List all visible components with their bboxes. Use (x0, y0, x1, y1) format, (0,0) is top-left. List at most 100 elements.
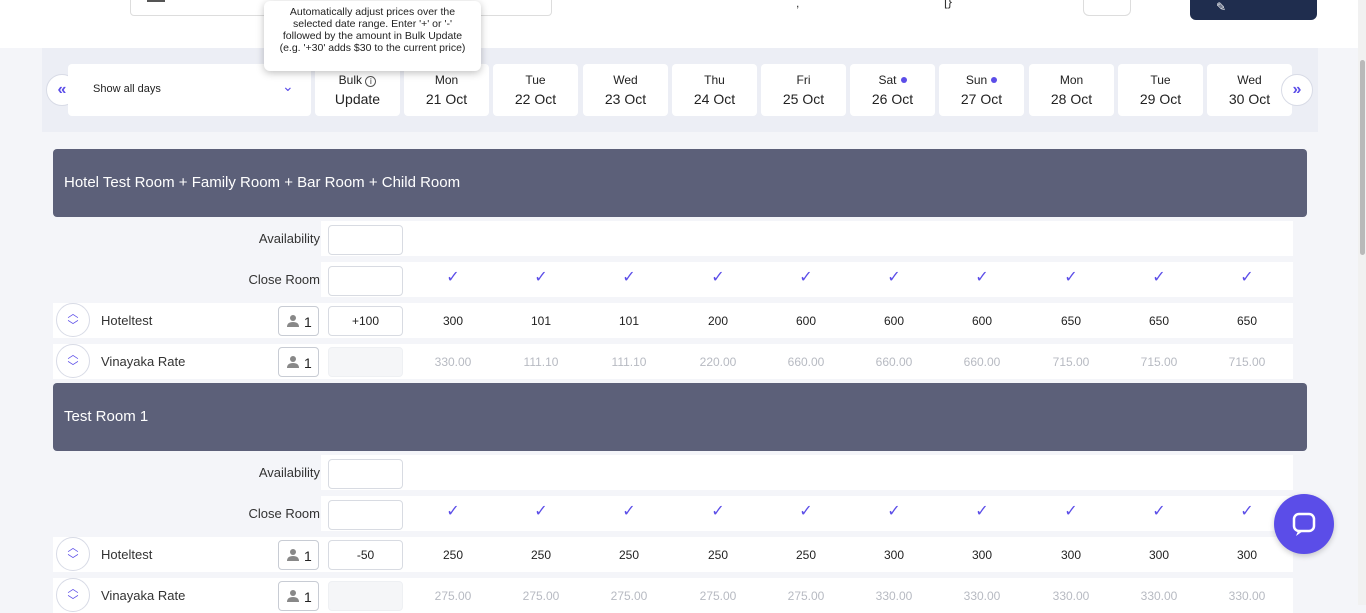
occupancy-selector[interactable]: 1 (278, 581, 319, 611)
bulk-update-tooltip: Automatically adjust prices over the sel… (264, 1, 481, 71)
check-icon[interactable]: ✓ (1139, 501, 1179, 521)
occupancy-count: 1 (304, 589, 312, 605)
rate-price-cell: 330.00 (875, 589, 913, 603)
rate-price-cell[interactable]: 300 (1129, 548, 1189, 562)
date-header-cell: Tue 29 Oct (1118, 64, 1203, 116)
date-day-of-week: Fri (796, 73, 811, 87)
rate-price-cell[interactable]: 300 (1217, 548, 1277, 562)
date-header-cell: Fri 25 Oct (761, 64, 846, 116)
check-icon[interactable]: ✓ (609, 501, 649, 521)
person-icon (286, 589, 300, 603)
next-dates-button[interactable]: » (1281, 74, 1313, 106)
rate-price-cell[interactable]: 200 (688, 314, 748, 328)
up-down-chevron-icon[interactable]: ︿ ﹀ (56, 578, 90, 612)
day-filter-select[interactable]: Show all days ⌄ (68, 64, 311, 116)
check-icon[interactable]: ✓ (962, 267, 1002, 287)
rate-price-cell[interactable]: 650 (1217, 314, 1277, 328)
check-icon[interactable]: ✓ (874, 501, 914, 521)
rate-bulk-input[interactable]: -50 (328, 540, 403, 570)
weekend-dot-icon (900, 77, 907, 83)
check-icon[interactable]: ✓ (698, 501, 738, 521)
check-icon[interactable]: ✓ (962, 501, 1002, 521)
close-room-bulk-input[interactable] (328, 266, 403, 296)
rate-bulk-input (328, 347, 403, 377)
rate-price-cell: 660.00 (875, 355, 913, 369)
rate-price-cell[interactable]: 250 (599, 548, 659, 562)
check-icon[interactable]: ✓ (609, 267, 649, 287)
rate-price-cell[interactable]: 250 (423, 548, 483, 562)
close-room-label: Close Room (248, 506, 320, 521)
top-primary-button[interactable]: ✎ (1190, 0, 1317, 20)
availability-bulk-input[interactable] (328, 459, 403, 489)
check-icon[interactable]: ✓ (786, 267, 826, 287)
rate-price-cell[interactable]: 250 (688, 548, 748, 562)
rate-price-cell: 330.00 (434, 355, 472, 369)
double-chevron-right-icon: » (1292, 81, 1302, 98)
chat-button[interactable] (1274, 494, 1334, 554)
date-label: 24 Oct (693, 91, 736, 107)
check-icon[interactable]: ✓ (1227, 267, 1267, 287)
date-label: 21 Oct (425, 91, 468, 107)
occupancy-selector[interactable]: 1 (278, 540, 319, 570)
check-icon[interactable]: ✓ (433, 267, 473, 287)
double-chevron-left-icon: « (57, 81, 67, 98)
availability-row (321, 221, 1293, 256)
rate-price-cell[interactable]: 250 (511, 548, 571, 562)
check-icon[interactable]: ✓ (1051, 267, 1091, 287)
rate-price-cell: 715.00 (1052, 355, 1090, 369)
info-icon[interactable]: i (365, 76, 377, 87)
occupancy-selector[interactable]: 1 (278, 306, 319, 336)
check-icon[interactable]: ✓ (433, 501, 473, 521)
primary-button-icon: ✎ (1216, 0, 1227, 14)
person-icon (286, 314, 300, 328)
top-filter-control[interactable]: [} (944, 0, 952, 9)
date-day-of-week: Mon (1059, 73, 1084, 87)
date-day-of-week: Sat (850, 73, 935, 87)
rate-price-cell[interactable]: 101 (511, 314, 571, 328)
check-icon[interactable]: ✓ (1227, 501, 1267, 521)
rate-price-cell[interactable]: 650 (1041, 314, 1101, 328)
scrollbar-thumb[interactable] (1360, 60, 1365, 255)
check-icon[interactable]: ✓ (521, 267, 561, 287)
rate-price-cell: 660.00 (787, 355, 825, 369)
date-label: 22 Oct (514, 91, 557, 107)
date-label: 25 Oct (782, 91, 825, 107)
rate-price-cell[interactable]: 600 (776, 314, 836, 328)
date-label: 28 Oct (1050, 91, 1093, 107)
rate-price-cell: 330.00 (1228, 589, 1266, 603)
occupancy-selector[interactable]: 1 (278, 347, 319, 377)
rate-price-cell[interactable]: 600 (952, 314, 1012, 328)
rate-price-cell[interactable]: 300 (952, 548, 1012, 562)
top-small-button[interactable] (1083, 0, 1131, 16)
date-day-of-week: Tue (525, 73, 546, 87)
rate-price-cell: 330.00 (1052, 589, 1090, 603)
up-down-chevron-icon[interactable]: ︿ ﹀ (56, 344, 90, 378)
rate-price-cell[interactable]: 101 (599, 314, 659, 328)
rate-price-cell[interactable]: 300 (1041, 548, 1101, 562)
up-down-chevron-icon[interactable]: ︿ ﹀ (56, 537, 90, 571)
rate-price-cell: 660.00 (963, 355, 1001, 369)
day-filter-label: Show all days (93, 83, 161, 95)
date-day-of-week: Mon (434, 73, 459, 87)
date-label: 26 Oct (871, 91, 914, 107)
rate-price-cell[interactable]: 600 (864, 314, 924, 328)
rate-price-cell[interactable]: 650 (1129, 314, 1189, 328)
rate-price-cell[interactable]: 300 (423, 314, 483, 328)
check-icon[interactable]: ✓ (1139, 267, 1179, 287)
check-icon[interactable]: ✓ (1051, 501, 1091, 521)
rate-price-cell: 111.10 (523, 355, 559, 369)
close-room-bulk-input[interactable] (328, 500, 403, 530)
availability-bulk-input[interactable] (328, 225, 403, 255)
rate-price-cell[interactable]: 250 (776, 548, 836, 562)
rate-price-cell[interactable]: 300 (864, 548, 924, 562)
availability-row (321, 455, 1293, 490)
check-icon[interactable]: ✓ (698, 267, 738, 287)
room-section-title: Hotel Test Room + Family Room + Bar Room… (64, 174, 461, 191)
check-icon[interactable]: ✓ (786, 501, 826, 521)
rate-bulk-input[interactable]: +100 (328, 306, 403, 336)
check-icon[interactable]: ✓ (874, 267, 914, 287)
up-down-chevron-icon[interactable]: ︿ ﹀ (56, 303, 90, 337)
check-icon[interactable]: ✓ (521, 501, 561, 521)
room-section-header: Hotel Test Room + Family Room + Bar Room… (53, 149, 1307, 217)
rate-plan-name: Hoteltest (101, 313, 153, 328)
